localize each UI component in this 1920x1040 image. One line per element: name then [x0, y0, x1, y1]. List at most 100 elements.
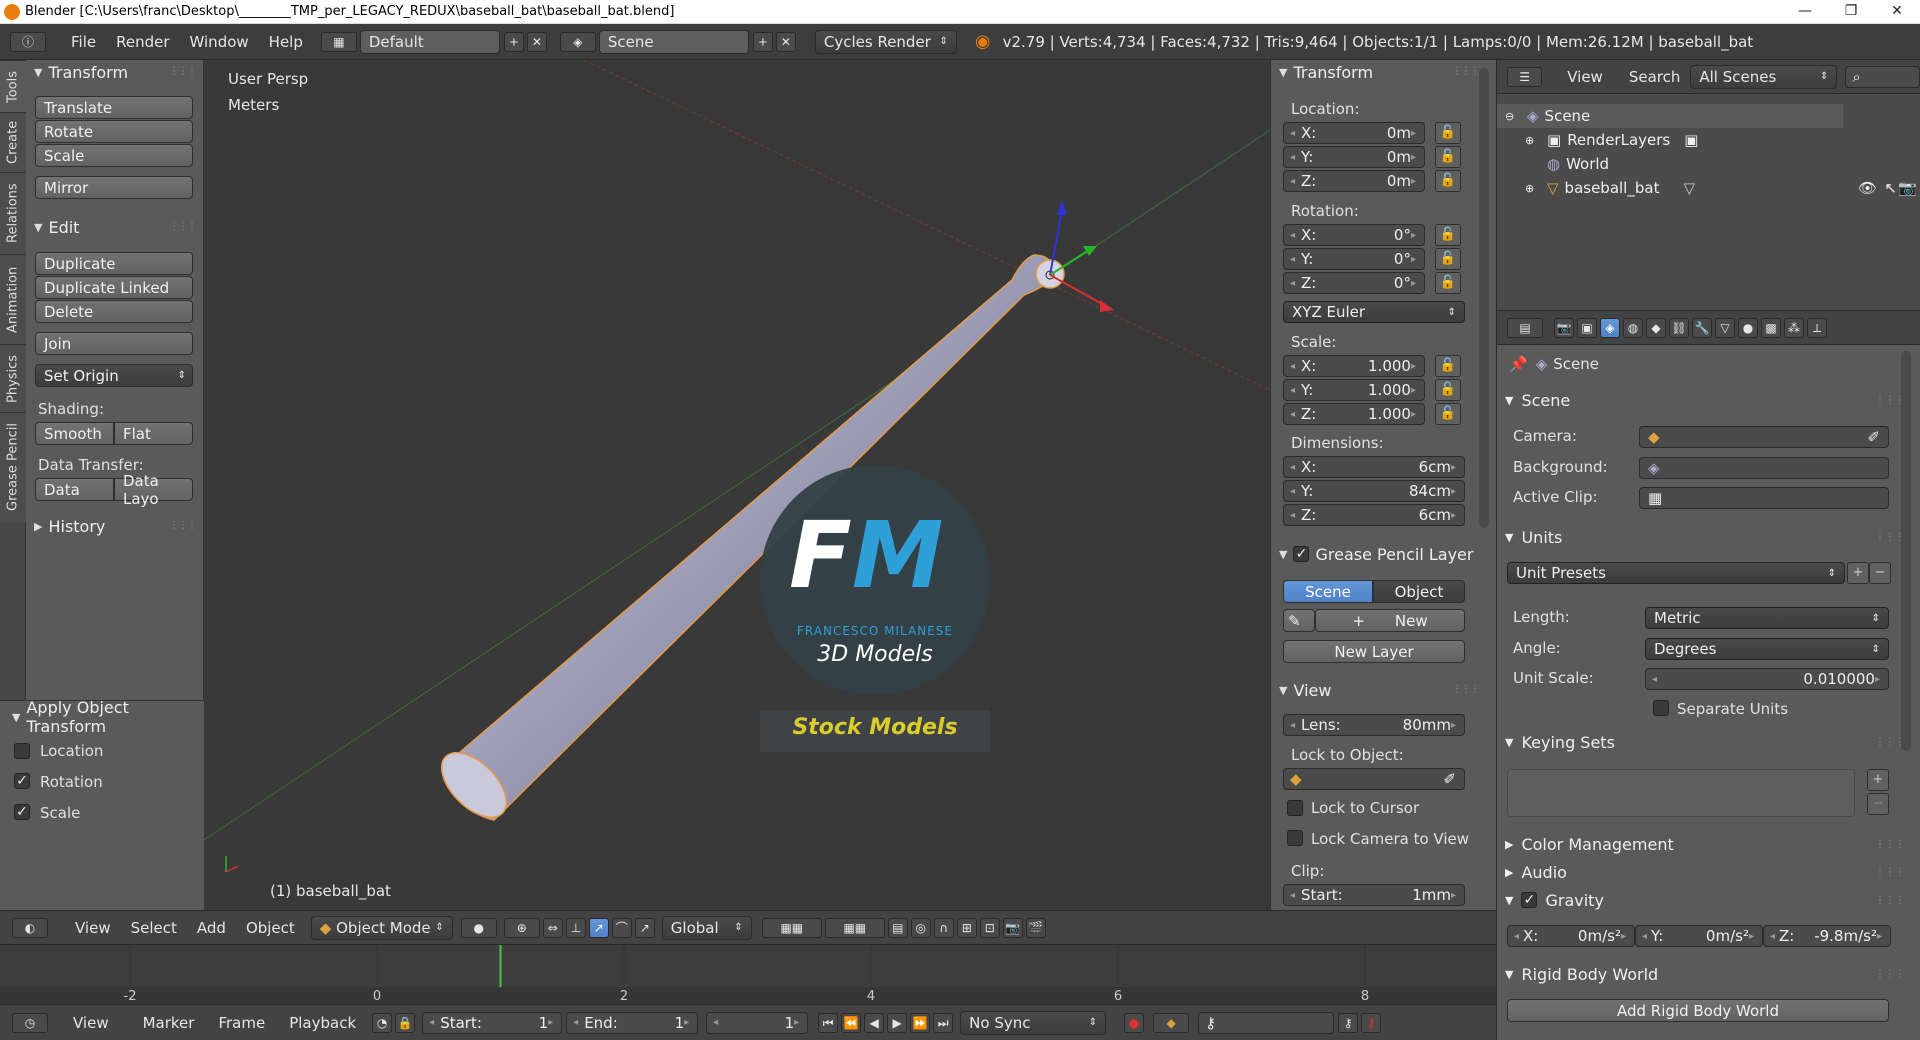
add-rigid-body-world-button[interactable]: Add Rigid Body World — [1507, 999, 1889, 1022]
apply-transform-header[interactable]: ▼ Apply Object Transform — [4, 698, 200, 736]
gp-new-layer-button[interactable]: New Layer — [1283, 640, 1465, 663]
gravity-checkbox[interactable]: ✓ — [1521, 892, 1538, 908]
audio-panel-header[interactable]: ▶ Audio ⋮⋮⋮ — [1505, 859, 1909, 885]
dimension-y-field[interactable]: ◂ Y: 84cm ▸ — [1283, 480, 1465, 502]
insert-keyframe-icon[interactable]: ⚷ — [1338, 1012, 1359, 1033]
visibility-eye-icon[interactable]: 👁 — [1858, 179, 1877, 197]
render-tab-icon[interactable]: 📷 — [1554, 317, 1574, 338]
rotation-z-field[interactable]: ◂ Z: 0° ▸ — [1283, 272, 1425, 294]
manipulator-toggle-icon[interactable]: ⇔ — [542, 917, 563, 938]
scale-button[interactable]: Scale — [35, 144, 193, 167]
outliner-row-renderlayers[interactable]: ⊕ ▣ RenderLayers ▣ — [1497, 128, 1920, 152]
render-animation-icon[interactable]: 🎬 — [1025, 917, 1046, 938]
lock-icon[interactable]: 🔓 — [1435, 403, 1461, 425]
drag-grip-icon[interactable]: ⋮⋮⋮ — [1875, 969, 1905, 980]
scene-field[interactable]: Scene — [598, 29, 749, 54]
menu-render[interactable]: Render — [106, 33, 179, 51]
grease-pencil-layer-checkbox[interactable]: ✓ — [1293, 546, 1310, 562]
keying-sets-panel-header[interactable]: ▼ Keying Sets ⋮⋮⋮ — [1505, 729, 1909, 755]
world-tab-icon[interactable]: ◍ — [1623, 317, 1643, 338]
unit-scale-field[interactable]: ◂ 0.010000 ▸ — [1645, 668, 1889, 690]
tab-animation[interactable]: Animation — [0, 254, 26, 344]
scale-checkbox[interactable]: ✓ — [14, 804, 30, 820]
current-frame-field[interactable]: ◂ 1 ▸ — [706, 1011, 809, 1034]
unit-presets-dropdown[interactable]: Unit Presets ⇕ — [1507, 562, 1845, 584]
physics-tab-icon[interactable]: ⟂ — [1807, 317, 1827, 338]
gravity-y-field[interactable]: ◂ Y: 0m/s² ▸ — [1635, 925, 1763, 947]
layers-grid-icon[interactable]: ▦▦ — [761, 917, 822, 938]
location-checkbox[interactable] — [14, 743, 30, 759]
menu-marker[interactable]: Marker — [133, 1014, 205, 1032]
drag-grip-icon[interactable]: ⋮⋮⋮ — [1875, 839, 1905, 850]
modifiers-tab-icon[interactable]: 🔧 — [1692, 317, 1712, 338]
drag-grip-icon[interactable]: ⋮⋮⋮ — [1452, 684, 1480, 695]
lock-to-cursor-checkbox[interactable] — [1287, 800, 1303, 816]
lock-icon[interactable]: 🔓 — [1435, 355, 1461, 377]
start-frame-field[interactable]: ◂ Start: 1 ▸ — [422, 1011, 563, 1034]
gravity-x-field[interactable]: ◂ X: 0m/s² ▸ — [1507, 925, 1635, 947]
lock-icon[interactable]: 🔓 — [1435, 224, 1461, 246]
tab-grease-pencil[interactable]: Grease Pencil — [0, 412, 26, 522]
tab-tools[interactable]: Tools — [0, 60, 26, 112]
menu-object[interactable]: Object — [236, 919, 305, 937]
render-camera-icon[interactable]: 📷 — [1898, 179, 1917, 197]
menu-search[interactable]: Search — [1619, 68, 1691, 86]
editor-type-info-icon[interactable]: ⓘ — [10, 31, 46, 52]
dimension-x-field[interactable]: ◂ X: 6cm ▸ — [1283, 456, 1465, 478]
join-button[interactable]: Join — [35, 332, 193, 355]
transform-panel-header[interactable]: ▼ Transform ⋮⋮⋮ — [1271, 60, 1497, 84]
npanel-scrollbar[interactable] — [1479, 68, 1489, 528]
dimension-z-field[interactable]: ◂ Z: 6cm ▸ — [1283, 504, 1465, 526]
location-z-field[interactable]: ◂ Z: 0m ▸ — [1283, 170, 1425, 192]
sync-dropdown[interactable]: No Sync ⇕ — [960, 1010, 1107, 1035]
3d-viewport[interactable]: User Persp Meters (1) baseball_bat FM FR… — [204, 60, 1270, 910]
x-gizmo-arrow[interactable] — [1049, 274, 1105, 306]
view-panel-header[interactable]: ▼ View ⋮⋮⋮ — [1271, 678, 1497, 702]
menu-view[interactable]: View — [1557, 68, 1613, 86]
separate-units-checkbox[interactable] — [1653, 700, 1669, 716]
outliner-row-scene[interactable]: ⊖ ◈ Scene — [1497, 104, 1843, 128]
rotation-checkbox[interactable]: ✓ — [14, 773, 30, 789]
close-window-button[interactable]: ✕ — [1874, 0, 1920, 24]
active-clip-field[interactable]: ▦ — [1639, 487, 1889, 509]
menu-playback[interactable]: Playback — [279, 1014, 366, 1032]
color-management-panel-header[interactable]: ▶ Color Management ⋮⋮⋮ — [1505, 831, 1909, 857]
scene-tab-icon[interactable]: ◈ — [1600, 317, 1620, 338]
remove-keying-set-icon[interactable]: − — [1867, 793, 1889, 815]
tab-physics[interactable]: Physics — [0, 344, 26, 412]
pivot-point-icon[interactable]: ⊕ — [503, 917, 540, 938]
collapse-icon[interactable]: ⊖ — [1505, 110, 1521, 123]
viewport-shading-icon[interactable]: ● — [460, 917, 497, 938]
preview-range-icon[interactable]: ◔ — [372, 1012, 393, 1033]
outliner-search-field[interactable]: ⌕ — [1845, 65, 1920, 88]
scale-x-field[interactable]: ◂ X: 1.000 ▸ — [1283, 355, 1425, 377]
snap-target-icon[interactable]: ⊡ — [979, 917, 1000, 938]
translate-manipulator-icon[interactable]: ⊥ — [565, 917, 586, 938]
translate-button[interactable]: Translate — [35, 96, 193, 119]
edit-panel-header[interactable]: ▼ Edit ⋮⋮⋮ — [26, 215, 204, 239]
rotation-x-field[interactable]: ◂ X: 0° ▸ — [1283, 224, 1425, 246]
length-dropdown[interactable]: Metric ⇕ — [1645, 607, 1889, 629]
timeline-area[interactable]: -2 0 2 4 6 8 — [0, 944, 1496, 1005]
properties-scrollbar[interactable] — [1901, 351, 1911, 751]
play-reverse-icon[interactable]: ◀ — [864, 1012, 885, 1033]
location-y-field[interactable]: ◂ Y: 0m ▸ — [1283, 146, 1425, 168]
drag-grip-icon[interactable]: ⋮⋮⋮ — [1875, 867, 1905, 878]
minimize-button[interactable]: — — [1782, 0, 1828, 24]
lock-camera-checkbox[interactable] — [1287, 830, 1303, 846]
timeline-scrubbar[interactable] — [0, 987, 1496, 1005]
data-tab-icon[interactable]: ▽ — [1715, 317, 1735, 338]
jump-end-icon[interactable]: ⏭ — [933, 1012, 954, 1033]
gravity-z-field[interactable]: ◂ Z: -9.8m/s² ▸ — [1763, 925, 1891, 947]
snap-icon[interactable]: ∩ — [933, 917, 954, 938]
gp-new-button[interactable]: + New — [1315, 609, 1465, 632]
editor-type-outliner-icon[interactable]: ☰ — [1507, 66, 1543, 87]
orientation-dropdown[interactable]: Global ⇕ — [661, 915, 752, 940]
angle-dropdown[interactable]: Degrees ⇕ — [1645, 638, 1889, 660]
constraints-tab-icon[interactable]: ⛓ — [1669, 317, 1689, 338]
manipulator-extra-icon[interactable]: ↗ — [634, 917, 655, 938]
remove-screen-icon[interactable]: ✕ — [526, 31, 547, 52]
drag-grip-icon[interactable]: ⋮⋮⋮ — [169, 520, 197, 531]
delete-keyframe-icon[interactable]: ⚷ — [1361, 1012, 1382, 1033]
drag-grip-icon[interactable]: ⋮⋮⋮ — [1875, 895, 1905, 906]
